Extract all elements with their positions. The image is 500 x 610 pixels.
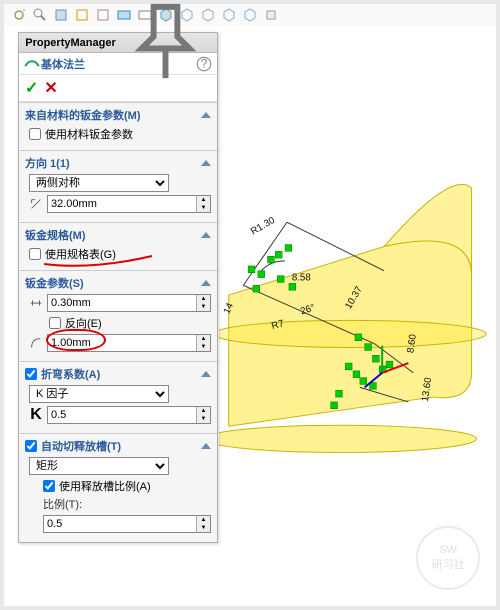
use-gauge-checkbox[interactable]: 使用规格表(G): [29, 246, 211, 262]
spin-down[interactable]: ▼: [197, 343, 210, 351]
ratio-label: 比例(T):: [43, 496, 211, 512]
tb-next[interactable]: [94, 6, 112, 24]
sheetmetal-section-title: 钣金参数(S): [25, 275, 84, 291]
reverse-checkbox[interactable]: 反向(E): [49, 315, 211, 331]
svg-text:?: ?: [201, 56, 208, 70]
pm-title: PropertyManager: [23, 37, 118, 49]
base-flange-icon: [23, 55, 41, 73]
thickness-icon: [29, 294, 43, 312]
tb-rotate[interactable]: [10, 6, 28, 24]
svg-text:13.60: 13.60: [420, 376, 434, 402]
tb-iso4[interactable]: [241, 6, 259, 24]
tb-prev[interactable]: [73, 6, 91, 24]
tb-zoom[interactable]: [31, 6, 49, 24]
bend-section-title: 折弯系数(A): [41, 366, 100, 382]
depth-input[interactable]: [48, 196, 196, 212]
tb-section[interactable]: [52, 6, 70, 24]
feature-name: 基体法兰: [41, 56, 195, 72]
pm-header: PropertyManager: [19, 33, 217, 53]
k-symbol: K: [29, 406, 43, 424]
spin-up[interactable]: ▲: [197, 407, 210, 415]
collapse-icon[interactable]: [201, 232, 211, 238]
spin-up[interactable]: ▲: [197, 516, 210, 524]
material-section-title: 来自材料的钣金参数(M): [25, 107, 141, 123]
pin-icon[interactable]: [118, 34, 213, 52]
collapse-icon[interactable]: [201, 443, 211, 449]
relief-section-title: 自动切释放槽(T): [41, 438, 121, 454]
spin-up[interactable]: ▲: [197, 335, 210, 343]
svg-text:R1.30: R1.30: [249, 215, 277, 238]
auto-relief-enable[interactable]: [25, 440, 37, 452]
view-toolbar: [4, 4, 496, 26]
collapse-icon[interactable]: [201, 160, 211, 166]
direction-mode-select[interactable]: 两侧对称: [29, 174, 169, 192]
tb-iso3[interactable]: [220, 6, 238, 24]
collapse-icon[interactable]: [201, 371, 211, 377]
svg-text:8.58: 8.58: [292, 273, 311, 284]
bend-radius-input[interactable]: [48, 335, 196, 351]
spin-down[interactable]: ▼: [197, 303, 210, 311]
use-material-checkbox[interactable]: 使用材料钣金参数: [29, 126, 211, 142]
help-icon[interactable]: ?: [195, 55, 213, 73]
spin-down[interactable]: ▼: [197, 204, 210, 212]
relief-type-select[interactable]: 矩形: [29, 457, 169, 475]
gauge-section-title: 钣金规格(M): [25, 227, 86, 243]
use-relief-ratio-checkbox[interactable]: 使用释放槽比例(A): [43, 478, 211, 494]
cancel-button[interactable]: ✕: [44, 78, 57, 98]
k-factor-input[interactable]: [48, 407, 196, 423]
direction-section-title: 方向 1(1): [25, 155, 70, 171]
depth-icon: [29, 195, 43, 213]
bend-radius-icon: [29, 334, 43, 352]
spin-down[interactable]: ▼: [197, 524, 210, 532]
property-manager-panel: PropertyManager 基体法兰 ? ✓ ✕ 来自材料的钣金参数(M) …: [18, 32, 218, 543]
spin-up[interactable]: ▲: [197, 196, 210, 204]
tb-view[interactable]: [262, 6, 280, 24]
thickness-input[interactable]: [48, 295, 196, 311]
collapse-icon[interactable]: [201, 112, 211, 118]
ok-button[interactable]: ✓: [25, 78, 38, 98]
spin-down[interactable]: ▼: [197, 415, 210, 423]
watermark: SW研习社: [416, 526, 480, 590]
bend-allowance-enable[interactable]: [25, 368, 37, 380]
collapse-icon[interactable]: [201, 280, 211, 286]
spin-up[interactable]: ▲: [197, 295, 210, 303]
relief-ratio-input[interactable]: [44, 516, 196, 532]
graphics-viewport[interactable]: R1.30 8.58 26° 10.37 R7 13.60 8.60 14: [219, 28, 491, 601]
bend-method-select[interactable]: K 因子: [29, 385, 169, 403]
